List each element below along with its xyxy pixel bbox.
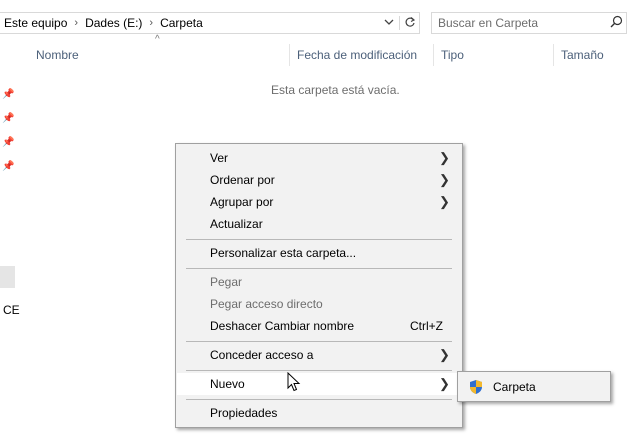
- menu-separator: [186, 370, 452, 371]
- column-divider[interactable]: [553, 44, 554, 66]
- menu-separator: [186, 399, 452, 400]
- menu-item-propiedades[interactable]: Propiedades: [177, 402, 461, 424]
- menu-separator: [186, 341, 452, 342]
- empty-folder-message: Esta carpeta está vacía.: [271, 83, 400, 97]
- mouse-cursor-icon: [287, 371, 301, 395]
- breadcrumb-carpeta[interactable]: Carpeta: [156, 16, 207, 30]
- search-placeholder[interactable]: Buscar en Carpeta: [438, 16, 606, 30]
- chevron-down-icon[interactable]: [380, 17, 398, 30]
- submenu-item-carpeta[interactable]: Carpeta: [460, 375, 608, 399]
- address-bar[interactable]: Este equipo › Dades (E:) › Carpeta: [0, 12, 420, 34]
- pin-icon[interactable]: 📌: [2, 113, 14, 124]
- chevron-right-icon: ❯: [439, 150, 450, 165]
- menu-item-ver[interactable]: Ver ❯: [177, 147, 461, 169]
- menu-item-label[interactable]: Conceder acceso a: [210, 344, 313, 366]
- nav-item-partial[interactable]: CE: [3, 303, 20, 317]
- breadcrumb-separator[interactable]: ›: [71, 17, 81, 29]
- menu-item-label[interactable]: Personalizar esta carpeta...: [210, 242, 356, 264]
- menu-item-label[interactable]: Propiedades: [210, 402, 277, 424]
- address-divider: [399, 16, 400, 30]
- menu-item-label[interactable]: Ver: [210, 147, 228, 169]
- breadcrumb-separator[interactable]: ›: [146, 17, 156, 29]
- refresh-icon[interactable]: [401, 16, 419, 31]
- breadcrumb-dades[interactable]: Dades (E:): [81, 16, 146, 30]
- chevron-right-icon: ❯: [439, 172, 450, 187]
- menu-item-conceder-acceso[interactable]: Conceder acceso a ❯: [177, 344, 461, 366]
- column-header-row: Nombre Fecha de modificación Tipo Tamaño: [0, 42, 627, 68]
- menu-item-shortcut[interactable]: Ctrl+Z: [410, 315, 443, 337]
- menu-item-label[interactable]: Pegar: [210, 271, 242, 293]
- menu-item-label[interactable]: Pegar acceso directo: [210, 293, 323, 315]
- menu-item-label[interactable]: Nuevo: [210, 373, 245, 395]
- nav-selected-item[interactable]: [0, 266, 15, 288]
- column-divider[interactable]: [433, 44, 434, 66]
- column-header-tipo[interactable]: Tipo: [441, 42, 464, 68]
- menu-item-ordenar-por[interactable]: Ordenar por ❯: [177, 169, 461, 191]
- submenu-item-label[interactable]: Carpeta: [493, 375, 536, 399]
- breadcrumb-este-equipo[interactable]: Este equipo: [0, 16, 71, 30]
- context-menu: Ver ❯ Ordenar por ❯ Agrupar por ❯ Actual…: [175, 143, 463, 428]
- column-header-fecha[interactable]: Fecha de modificación: [297, 42, 417, 68]
- search-icon[interactable]: [606, 15, 626, 31]
- menu-item-personalizar[interactable]: Personalizar esta carpeta...: [177, 242, 461, 264]
- menu-separator: [186, 239, 452, 240]
- chevron-right-icon: ❯: [439, 376, 450, 391]
- menu-item-label[interactable]: Actualizar: [210, 213, 263, 235]
- menu-item-deshacer[interactable]: Deshacer Cambiar nombre Ctrl+Z: [177, 315, 461, 337]
- search-input[interactable]: Buscar en Carpeta: [431, 12, 627, 34]
- menu-item-pegar[interactable]: Pegar: [177, 271, 461, 293]
- menu-separator: [186, 268, 452, 269]
- menu-item-label[interactable]: Ordenar por: [210, 169, 275, 191]
- column-header-tamano[interactable]: Tamaño: [561, 42, 604, 68]
- column-header-nombre[interactable]: Nombre: [36, 42, 79, 68]
- menu-item-pegar-acceso-directo[interactable]: Pegar acceso directo: [177, 293, 461, 315]
- menu-item-nuevo[interactable]: Nuevo ❯: [177, 373, 461, 395]
- pin-icon[interactable]: 📌: [2, 137, 14, 148]
- menu-item-agrupar-por[interactable]: Agrupar por ❯: [177, 191, 461, 213]
- chevron-right-icon: ❯: [439, 194, 450, 209]
- chevron-right-icon: ❯: [439, 347, 450, 362]
- menu-item-label[interactable]: Deshacer Cambiar nombre: [210, 315, 354, 337]
- menu-item-label[interactable]: Agrupar por: [210, 191, 273, 213]
- menu-item-actualizar[interactable]: Actualizar: [177, 213, 461, 235]
- pin-icon[interactable]: 📌: [2, 89, 14, 100]
- pin-icon[interactable]: 📌: [2, 161, 14, 172]
- column-divider[interactable]: [289, 44, 290, 66]
- submenu-nuevo: Carpeta: [457, 371, 611, 402]
- shield-icon: [468, 379, 484, 395]
